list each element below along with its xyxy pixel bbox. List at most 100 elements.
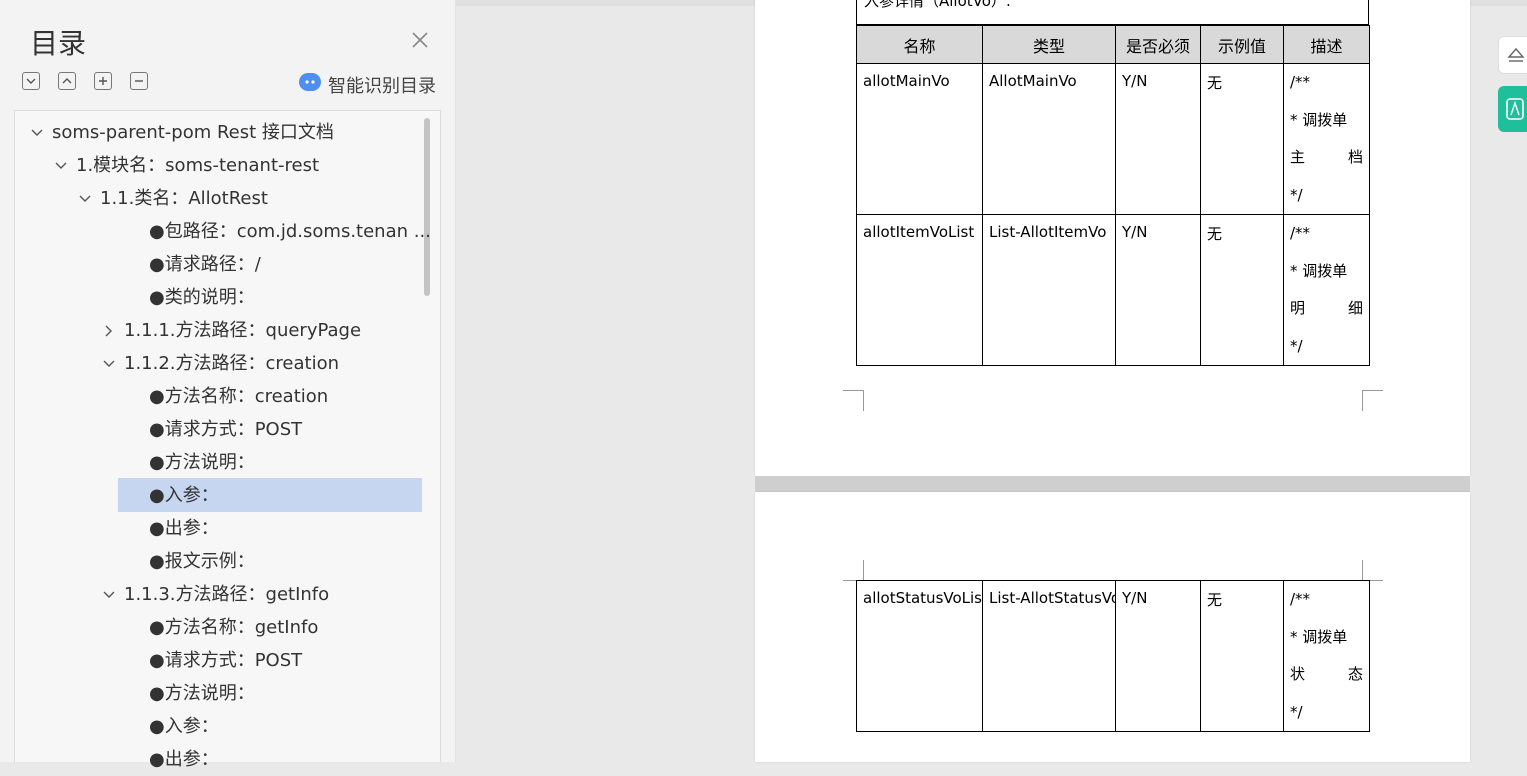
toc-title: 目录 — [30, 27, 87, 60]
header-description: 描述 — [1283, 25, 1370, 64]
header-name: 名称 — [856, 25, 983, 64]
description-line: * 调拨单 — [1290, 627, 1348, 646]
cell-type: AllotMainVo — [982, 63, 1116, 215]
outline-item-label: 1.1.3.方法路径：getInfo — [124, 584, 330, 605]
description-line: */ — [1290, 702, 1303, 721]
eject-icon[interactable] — [1498, 36, 1527, 74]
outline-leaf-item[interactable]: ●方法名称：creation — [149, 380, 328, 413]
smart-recognize-icon[interactable] — [299, 73, 321, 91]
outline-item-label: ●方法说明： — [149, 452, 255, 473]
description-line: */ — [1290, 185, 1303, 204]
outline-item-label: ●类的说明： — [149, 287, 255, 308]
document-page-1: 入参详情（AllotVo）: 名称 类型 是否必须 示例值 描述 allotMa… — [755, 0, 1470, 476]
cell-description: /** * 调拨单主档 */ — [1283, 63, 1370, 215]
cell-example: 无 — [1200, 580, 1284, 732]
cell-example: 无 — [1200, 214, 1284, 366]
table-row: allotStatusVoList List-AllotStatusVo Y/N 无 /… — [856, 580, 1370, 732]
page-separator — [755, 476, 1470, 492]
description-line: */ — [1290, 336, 1303, 355]
table-row: allotMainVo AllotMainVo Y/N 无 /** * 调拨单主档 */ — [856, 63, 1370, 215]
outline-leaf-item[interactable]: ●出参： — [149, 743, 219, 776]
chevron-down-icon[interactable] — [102, 357, 116, 371]
crop-mark — [1362, 390, 1383, 411]
outline-leaf-item[interactable]: ●请求方式：POST — [149, 644, 302, 677]
outline-item-label: ●出参： — [149, 749, 219, 770]
crop-mark — [843, 560, 864, 581]
description-line: 明细 — [1290, 299, 1363, 317]
cell-description: /** * 调拨单状态 */ — [1283, 580, 1370, 732]
outline-item-label: ●方法名称：getInfo — [149, 617, 319, 638]
description-line: /** — [1290, 224, 1311, 242]
description-line: 状态 — [1290, 665, 1363, 683]
outline-heading-item[interactable]: 1.1.3.方法路径：getInfo — [124, 578, 329, 611]
header-required: 是否必须 — [1115, 25, 1201, 64]
outline-leaf-item[interactable]: ●报文示例： — [149, 545, 255, 578]
cell-type: List-AllotStatusVo — [982, 580, 1116, 732]
outline-item-label: ●入参： — [149, 485, 219, 506]
collapse-all-button[interactable] — [58, 72, 76, 90]
outline-leaf-item[interactable]: ●方法说明： — [149, 446, 255, 479]
toc-panel: 目录 智能识别目录 soms-parent-pom Rest 接口文档 1.模块名… — [0, 0, 456, 770]
outline-heading-item[interactable]: soms-parent-pom Rest 接口文档 — [52, 116, 334, 149]
outline-leaf-item[interactable]: ●包路径：com.jd.soms.tenan ... — [149, 215, 431, 248]
table-row: allotItemVoList List-AllotItemVo Y/N 无 /** * … — [856, 214, 1370, 366]
cell-required: Y/N — [1115, 63, 1201, 215]
outline-leaf-item[interactable]: ●请求方式：POST — [149, 413, 302, 446]
outline-leaf-item[interactable]: ●请求路径：/ — [149, 248, 261, 281]
description-line: * 调拨单 — [1290, 110, 1348, 129]
outline-leaf-item[interactable]: ●出参： — [149, 512, 219, 545]
outline-leaf-item[interactable]: ●方法名称：getInfo — [149, 611, 318, 644]
outline-item-label: ●出参： — [149, 518, 219, 539]
cell-required: Y/N — [1115, 580, 1201, 732]
cell-example: 无 — [1200, 63, 1284, 215]
crop-mark — [843, 390, 864, 411]
outline-item-label: ●入参： — [149, 716, 219, 737]
chevron-down-icon[interactable] — [54, 159, 68, 173]
outline-scrollbar[interactable] — [424, 118, 430, 296]
outline-heading-item[interactable]: 1.1.2.方法路径：creation — [124, 347, 339, 380]
expand-all-button[interactable] — [22, 72, 40, 90]
outline-leaf-item[interactable]: ●类的说明： — [149, 281, 255, 314]
chevron-down-icon[interactable] — [102, 588, 116, 602]
description-line: /** — [1290, 590, 1311, 608]
outline-leaf-item[interactable]: ●入参： — [149, 710, 219, 743]
outline-item-label: ●包路径：com.jd.soms.tenan ... — [149, 221, 431, 242]
add-heading-button[interactable] — [94, 72, 112, 90]
cell-name: allotItemVoList — [856, 214, 983, 366]
outline-item-label: 1.模块名：soms-tenant-rest — [76, 155, 320, 176]
outline-item-label: 1.1.类名：AllotRest — [100, 188, 268, 209]
outline-item-label: ●请求路径：/ — [149, 254, 261, 275]
smart-recognize-button[interactable]: 智能识别目录 — [328, 72, 436, 98]
params-table: 名称 类型 是否必须 示例值 描述 allotMainVo AllotMainVo… — [856, 25, 1370, 366]
chevron-down-icon[interactable] — [78, 192, 92, 206]
outline-item-label: soms-parent-pom Rest 接口文档 — [52, 122, 334, 143]
cell-description: /** * 调拨单明细 */ — [1283, 214, 1370, 366]
table-header-row: 名称 类型 是否必须 示例值 描述 — [856, 25, 1370, 64]
outline-item-label: ●报文示例： — [149, 551, 255, 572]
cell-name: allotStatusVoList — [856, 580, 983, 732]
outline-item-label: 1.1.2.方法路径：creation — [124, 353, 340, 374]
crop-mark — [1362, 560, 1383, 581]
chevron-down-icon[interactable] — [30, 126, 44, 140]
cell-type: List-AllotItemVo — [982, 214, 1116, 366]
description-line: * 调拨单 — [1290, 261, 1348, 280]
outline-leaf-item[interactable]: ●方法说明： — [149, 677, 255, 710]
outline-item-label: ●方法名称：creation — [149, 386, 329, 407]
outline-item-label: ●请求方式：POST — [149, 650, 303, 671]
close-icon[interactable] — [410, 30, 430, 50]
header-example: 示例值 — [1200, 25, 1284, 64]
outline-item-label: ●方法说明： — [149, 683, 255, 704]
outline-heading-item[interactable]: 1.1.1.方法路径：queryPage — [124, 314, 361, 347]
cell-name: allotMainVo — [856, 63, 983, 215]
outline-item-label: ●请求方式：POST — [149, 419, 303, 440]
outline-heading-item[interactable]: 1.1.类名：AllotRest — [100, 182, 268, 215]
outline-heading-item[interactable]: 1.模块名：soms-tenant-rest — [76, 149, 319, 182]
remove-heading-button[interactable] — [130, 72, 148, 90]
ai-assistant-icon[interactable] — [1498, 86, 1527, 132]
cut-heading-text: 入参详情（AllotVo）: — [864, 0, 1011, 10]
chevron-right-icon[interactable] — [102, 324, 116, 338]
cell-required: Y/N — [1115, 214, 1201, 366]
document-page-2: allotStatusVoList List-AllotStatusVo Y/N 无 /… — [755, 492, 1470, 762]
outline-leaf-item[interactable]: ●入参： — [149, 479, 219, 512]
description-line: 主档 — [1290, 148, 1363, 166]
